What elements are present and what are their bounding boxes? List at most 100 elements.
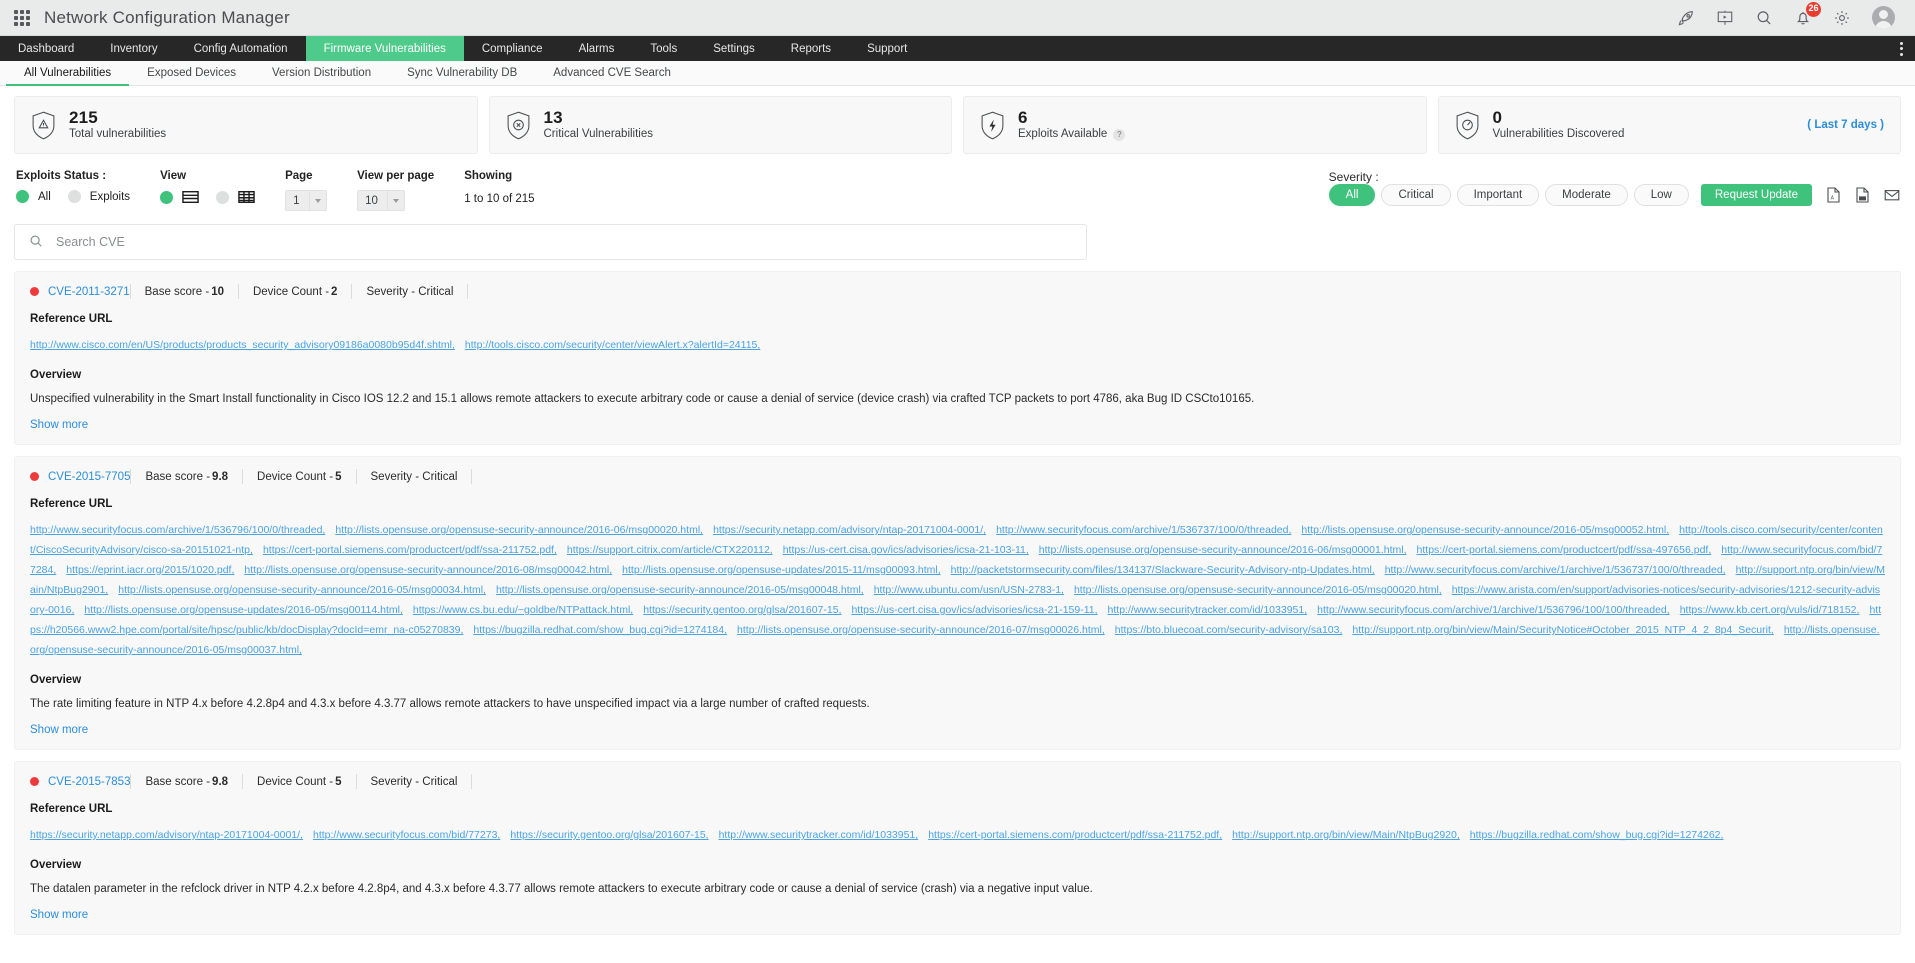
- reference-url-link[interactable]: http://www.cisco.com/en/US/products/prod…: [30, 339, 455, 351]
- help-tooltip-icon[interactable]: ?: [1113, 129, 1125, 141]
- page-select[interactable]: 1: [285, 190, 327, 211]
- nav-item-alarms[interactable]: Alarms: [561, 36, 633, 61]
- nav-overflow-menu-icon[interactable]: [1888, 36, 1915, 61]
- reference-url-link[interactable]: https://bugzilla.redhat.com/show_bug.cgi…: [1470, 829, 1724, 841]
- severity-critical-button[interactable]: Critical: [1381, 184, 1450, 206]
- reference-url-link[interactable]: https://www.cs.bu.edu/~goldbe/NTPattack.…: [413, 604, 633, 616]
- reference-url-link[interactable]: http://lists.opensuse.org/opensuse-secur…: [335, 524, 703, 536]
- search-icon[interactable]: [1755, 9, 1773, 27]
- list-view-icon[interactable]: [182, 190, 199, 204]
- reference-url-link[interactable]: https://www.kb.cert.org/vuls/id/718152,: [1680, 604, 1860, 616]
- reference-url-link[interactable]: https://eprint.iacr.org/2015/1020.pdf,: [66, 564, 234, 576]
- search-cve-bar[interactable]: [14, 224, 1087, 260]
- reference-url-link[interactable]: https://bto.bluecoat.com/security-adviso…: [1115, 624, 1343, 636]
- reference-url-link[interactable]: http://www.securityfocus.com/archive/1/5…: [30, 524, 325, 536]
- nav-item-settings[interactable]: Settings: [695, 36, 773, 61]
- nav-item-config-automation[interactable]: Config Automation: [176, 36, 306, 61]
- reference-url-link[interactable]: http://tools.cisco.com/security/center/v…: [465, 339, 760, 351]
- nav-item-dashboard[interactable]: Dashboard: [0, 36, 92, 61]
- export-email-icon[interactable]: [1884, 187, 1899, 203]
- grid-view-icon[interactable]: [238, 190, 255, 204]
- severity-moderate-button[interactable]: Moderate: [1545, 184, 1628, 206]
- request-update-button[interactable]: Request Update: [1701, 184, 1812, 206]
- reference-url-link[interactable]: https://cert-portal.siemens.com/productc…: [1417, 544, 1712, 556]
- reference-url-link[interactable]: https://bugzilla.redhat.com/show_bug.cgi…: [473, 624, 727, 636]
- radio-exploits-only[interactable]: [68, 190, 81, 203]
- reference-url-link[interactable]: http://packetstormsecurity.com/files/134…: [951, 564, 1375, 576]
- radio-exploits-all[interactable]: [16, 190, 29, 203]
- reference-url-link[interactable]: http://support.ntp.org/bin/view/Main/Ntp…: [1232, 829, 1460, 841]
- card-value: 0: [1493, 108, 1625, 127]
- presentation-icon[interactable]: [1716, 9, 1734, 27]
- reference-url-link[interactable]: http://www.securityfocus.com/archive/1/5…: [996, 524, 1291, 536]
- view-per-page-select[interactable]: 10: [357, 190, 405, 211]
- user-avatar[interactable]: [1872, 6, 1895, 29]
- reference-url-link[interactable]: https://security.gentoo.org/glsa/201607-…: [510, 829, 708, 841]
- settings-gear-icon[interactable]: [1833, 9, 1851, 27]
- severity-all-button[interactable]: All: [1329, 184, 1376, 206]
- radio-view-list[interactable]: [160, 191, 173, 204]
- grid-apps-icon[interactable]: [14, 10, 30, 26]
- chevron-down-icon: [309, 191, 326, 210]
- severity-dot-icon: [30, 472, 39, 481]
- search-cve-input[interactable]: [54, 234, 1072, 250]
- reference-url-link[interactable]: http://lists.opensuse.org/opensuse-secur…: [118, 584, 486, 596]
- nav-item-compliance[interactable]: Compliance: [464, 36, 561, 61]
- reference-url-link[interactable]: https://us-cert.cisa.gov/ics/advisories/…: [851, 604, 1097, 616]
- reference-url-link[interactable]: http://lists.opensuse.org/opensuse-secur…: [737, 624, 1105, 636]
- reference-url-link[interactable]: http://lists.opensuse.org/opensuse-secur…: [244, 564, 612, 576]
- reference-url-link[interactable]: https://security.gentoo.org/glsa/201607-…: [643, 604, 841, 616]
- reference-url-link[interactable]: http://lists.opensuse.org/opensuse-updat…: [622, 564, 941, 576]
- base-score-value: 9.8: [212, 471, 228, 483]
- view-group: View: [160, 170, 255, 204]
- nav-item-reports[interactable]: Reports: [773, 36, 849, 61]
- reference-url-link[interactable]: http://www.securitytracker.com/id/103395…: [1108, 604, 1308, 616]
- reference-url-link[interactable]: http://lists.opensuse.org/opensuse-secur…: [496, 584, 864, 596]
- reference-url-link[interactable]: https://security.netapp.com/advisory/nta…: [713, 524, 986, 536]
- show-more-link[interactable]: Show more: [30, 419, 88, 431]
- show-more-link[interactable]: Show more: [30, 724, 88, 736]
- reference-url-link[interactable]: http://lists.opensuse.org/opensuse-updat…: [84, 604, 403, 616]
- reference-url-link[interactable]: http://support.ntp.org/bin/view/Main/Sec…: [1352, 624, 1773, 636]
- reference-url-link[interactable]: https://cert-portal.siemens.com/productc…: [928, 829, 1222, 841]
- severity-important-button[interactable]: Important: [1457, 184, 1540, 206]
- reference-url-link[interactable]: https://support.citrix.com/article/CTX22…: [567, 544, 773, 556]
- subnav-item-exposed-devices[interactable]: Exposed Devices: [129, 61, 254, 85]
- severity-low-button[interactable]: Low: [1634, 184, 1689, 206]
- card-critical-vulnerabilities: 13 Critical Vulnerabilities: [489, 96, 953, 154]
- rocket-icon[interactable]: [1677, 9, 1695, 27]
- nav-item-inventory[interactable]: Inventory: [92, 36, 175, 61]
- reference-url-link[interactable]: http://www.securitytracker.com/id/103395…: [719, 829, 919, 841]
- cve-device-count: Device Count -5: [242, 774, 355, 789]
- reference-url-link[interactable]: http://lists.opensuse.org/opensuse-secur…: [1301, 524, 1669, 536]
- subnav-item-version-distribution[interactable]: Version Distribution: [254, 61, 389, 85]
- nav-item-firmware-vulnerabilities[interactable]: Firmware Vulnerabilities: [306, 36, 464, 61]
- cve-id-link[interactable]: CVE-2015-7853: [48, 776, 130, 788]
- nav-item-tools[interactable]: Tools: [632, 36, 695, 61]
- nav-item-support[interactable]: Support: [849, 36, 925, 61]
- radio-view-grid[interactable]: [216, 191, 229, 204]
- show-more-link[interactable]: Show more: [30, 909, 88, 921]
- export-doc-icon[interactable]: [1855, 187, 1870, 203]
- card-exploits-available: 6 Exploits Available ?: [963, 96, 1427, 154]
- cve-id-link[interactable]: CVE-2015-7705: [48, 471, 130, 483]
- reference-url-link[interactable]: http://www.securityfocus.com/archive/1/a…: [1317, 604, 1670, 616]
- notifications-bell-icon[interactable]: 26: [1794, 9, 1812, 27]
- cve-id-link[interactable]: CVE-2011-3271: [48, 286, 130, 298]
- radio-exploits-only-label: Exploits: [90, 191, 130, 203]
- card-label-text: Critical Vulnerabilities: [544, 127, 654, 142]
- main-navigation: Dashboard Inventory Config Automation Fi…: [0, 36, 1915, 61]
- reference-url-link[interactable]: https://cert-portal.siemens.com/productc…: [263, 544, 557, 556]
- reference-url-link[interactable]: http://www.ubuntu.com/usn/USN-2783-1,: [874, 584, 1064, 596]
- reference-url-link[interactable]: http://lists.opensuse.org/opensuse-secur…: [1039, 544, 1407, 556]
- reference-url-link[interactable]: http://lists.opensuse.org/opensuse-secur…: [1074, 584, 1442, 596]
- subnav-item-all-vulnerabilities[interactable]: All Vulnerabilities: [6, 61, 129, 85]
- subnav-item-advanced-cve-search[interactable]: Advanced CVE Search: [535, 61, 689, 85]
- subnav-item-sync-vulnerability-db[interactable]: Sync Vulnerability DB: [389, 61, 535, 85]
- reference-url-link[interactable]: https://security.netapp.com/advisory/nta…: [30, 829, 303, 841]
- last-7-days-link[interactable]: ( Last 7 days ): [1807, 119, 1884, 131]
- reference-url-link[interactable]: http://www.securityfocus.com/bid/77273,: [313, 829, 500, 841]
- reference-url-link[interactable]: http://www.securityfocus.com/archive/1/a…: [1385, 564, 1726, 576]
- export-pdf-icon[interactable]: A: [1826, 187, 1841, 203]
- reference-url-link[interactable]: https://us-cert.cisa.gov/ics/advisories/…: [783, 544, 1029, 556]
